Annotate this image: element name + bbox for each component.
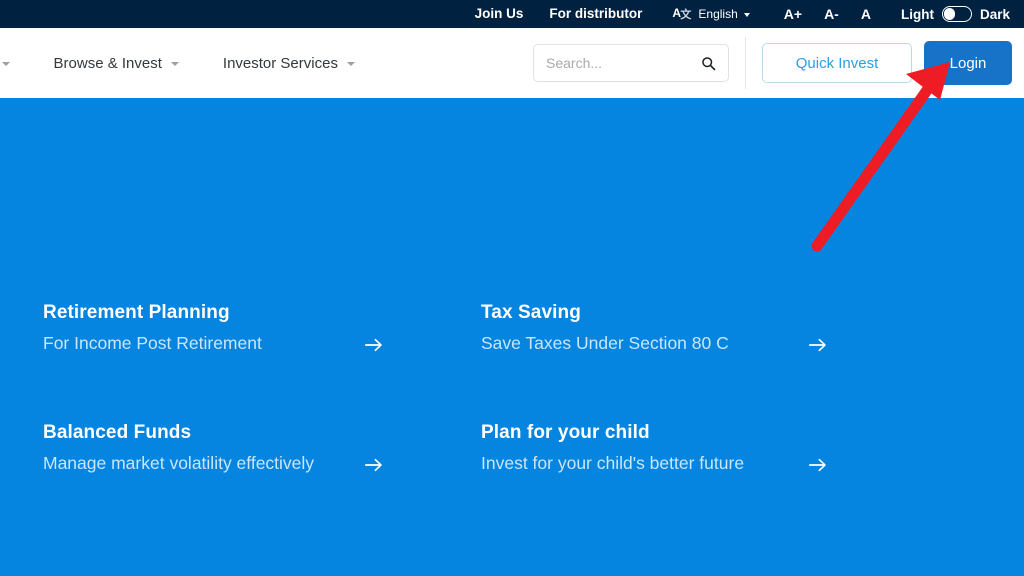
category-row: Manage market volatility effectively [43, 452, 443, 475]
category-title: Plan for your child [481, 422, 650, 443]
theme-switcher[interactable]: Light Dark [901, 6, 1010, 22]
theme-toggle-knob [943, 8, 956, 20]
chevron-down-icon [346, 62, 355, 66]
chevron-down-icon [743, 13, 750, 17]
font-increase-button[interactable]: A+ [784, 7, 802, 21]
nav-right-actions: Quick Invest Login [533, 28, 1024, 98]
for-distributor-link[interactable]: For distributor [549, 7, 642, 21]
language-label: English [698, 7, 738, 21]
nav-item-label: Investor Services [222, 54, 338, 72]
font-decrease-button[interactable]: A- [824, 7, 839, 21]
chevron-down-icon [170, 62, 179, 66]
nav-links: stments Browse & Invest Investor Service… [0, 28, 355, 98]
language-selector[interactable]: A文 English [672, 5, 750, 22]
category-title: Tax Saving [481, 302, 581, 323]
top-utility-bar: Join Us For distributor A文 English A+ A-… [0, 0, 1024, 28]
nav-item-browse-and-invest[interactable]: Browse & Invest [54, 55, 179, 72]
arrow-right-icon[interactable] [807, 334, 829, 356]
category-balanced-funds[interactable]: Balanced Funds Manage market volatility … [43, 421, 443, 475]
category-tax-saving[interactable]: Tax Saving Save Taxes Under Section 80 C [481, 301, 881, 355]
hero-section: Retirement Planning For Income Post Reti… [0, 98, 1024, 576]
main-navigation-bar: stments Browse & Invest Investor Service… [0, 28, 1024, 98]
category-title: Retirement Planning [43, 302, 230, 323]
translate-icon: A文 [672, 5, 692, 21]
nav-divider [745, 37, 746, 89]
theme-light-label: Light [900, 6, 934, 22]
nav-item-investments[interactable]: stments [0, 55, 10, 72]
font-reset-button[interactable]: A [861, 7, 871, 21]
category-row: For Income Post Retirement [43, 332, 443, 355]
category-row: Save Taxes Under Section 80 C [481, 332, 881, 355]
search-input[interactable] [546, 55, 701, 71]
search-box[interactable] [533, 44, 729, 82]
theme-dark-label: Dark [979, 6, 1010, 22]
login-button[interactable]: Login [924, 41, 1012, 85]
join-us-link[interactable]: Join Us [475, 7, 524, 21]
category-retirement-planning[interactable]: Retirement Planning For Income Post Reti… [43, 301, 443, 355]
arrow-right-icon[interactable] [363, 454, 385, 476]
quick-invest-button[interactable]: Quick Invest [762, 43, 912, 83]
category-subtitle: For Income Post Retirement [43, 332, 262, 353]
chevron-down-icon [1, 62, 10, 66]
nav-item-label: Browse & Invest [53, 54, 162, 72]
nav-item-investor-services[interactable]: Investor Services [223, 55, 355, 72]
page-root: Join Us For distributor A文 English A+ A-… [0, 0, 1024, 576]
category-subtitle: Manage market volatility effectively [43, 452, 315, 473]
theme-toggle[interactable] [941, 6, 972, 22]
category-row: Invest for your child's better future [481, 452, 881, 475]
category-plan-for-your-child[interactable]: Plan for your child Invest for your chil… [481, 421, 881, 475]
category-subtitle: Save Taxes Under Section 80 C [481, 332, 729, 353]
category-subtitle: Invest for your child's better future [481, 452, 745, 473]
arrow-right-icon[interactable] [807, 454, 829, 476]
category-title: Balanced Funds [43, 422, 192, 443]
arrow-right-icon[interactable] [363, 334, 385, 356]
search-icon[interactable] [701, 56, 716, 71]
